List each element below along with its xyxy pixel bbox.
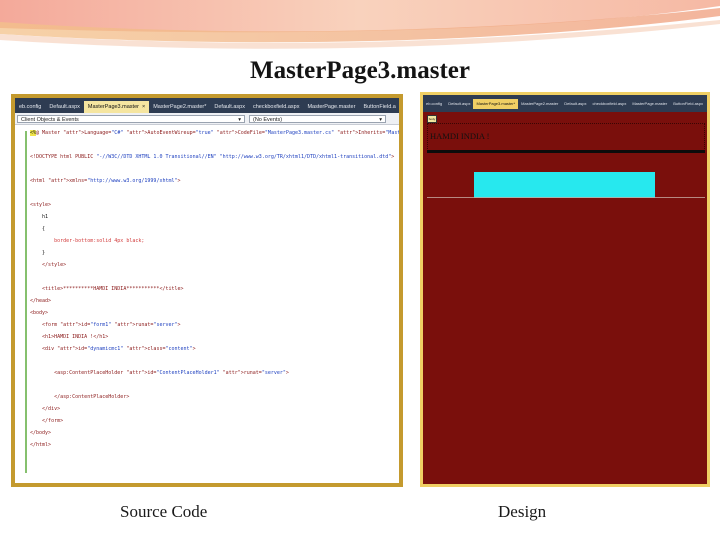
code-line: </html>: [30, 442, 52, 448]
heading-bottom-border: [427, 150, 705, 153]
chevron-down-icon: ▾: [379, 116, 382, 123]
design-heading: HAMDI INDIA !: [430, 131, 490, 141]
client-objects-dropdown[interactable]: Client Objects & Events ▾: [17, 114, 245, 123]
design-caption: Design: [498, 502, 547, 521]
designer-tab[interactable]: ButtonField.aspx: [670, 101, 706, 106]
code-line: </style>: [30, 262, 67, 268]
design-canvas[interactable]: body HAMDI INDIA !: [427, 115, 705, 482]
editor-tab-label: MasterPage3.master: [87, 104, 139, 110]
designer-tab[interactable]: eb.config: [423, 101, 445, 106]
code-line: </head>: [30, 298, 52, 304]
designer-tab[interactable]: checkboxfield.aspx: [590, 101, 630, 106]
code-line: <form "attr">id="form1" "attr">runat="se…: [30, 322, 181, 328]
heading-block[interactable]: HAMDI INDIA !: [427, 123, 705, 151]
events-dropdown[interactable]: (No Events) ▾: [249, 114, 386, 123]
code-line: </form>: [30, 418, 64, 424]
editor-tab-label: MasterPage.master: [307, 104, 356, 110]
chevron-down-icon: ▾: [238, 116, 241, 123]
code-editor: eb.config Default.aspx MasterPage3.master ×…: [15, 98, 399, 483]
editor-tab[interactable]: MasterPage2.master*: [149, 101, 210, 113]
editor-tab[interactable]: Default.aspx: [210, 101, 249, 113]
content-placeholder[interactable]: [474, 172, 655, 198]
events-dropdown-label: (No Events): [253, 116, 283, 123]
designer-tab-bar: eb.config Default.aspx MasterPage3.master*…: [423, 95, 707, 112]
editor-tab-label: Default.aspx: [214, 104, 245, 110]
code-line: <h1>HAMDI INDIA !</h1>: [30, 334, 109, 340]
close-icon[interactable]: ×: [142, 104, 145, 110]
editor-tab[interactable]: ButtonField.a: [359, 101, 399, 113]
code-line: <!DOCTYPE html PUBLIC "-//W3C//DTD XHTML…: [30, 154, 395, 160]
div-boundary-line: [427, 197, 705, 198]
code-line: h1: [30, 214, 49, 220]
change-indicator-gutter: [25, 131, 27, 473]
designer-tab[interactable]: Default.aspx: [561, 101, 589, 106]
code-line: <%@ Master "attr">Language="C#" "attr">A…: [30, 130, 399, 136]
client-objects-dropdown-label: Client Objects & Events: [21, 116, 79, 123]
editor-tab[interactable]: MasterPage3.master ×: [83, 101, 150, 113]
editor-tab-label: eb.config: [19, 104, 42, 110]
editor-tab-label: Default.aspx: [49, 104, 80, 110]
code-line: <html "attr">xmlns="http://www.w3.org/19…: [30, 178, 181, 184]
code-line: border-bottom:solid 4px black;: [30, 238, 145, 244]
editor-tab-label: checkboxfield.aspx: [252, 104, 300, 110]
editor-tab[interactable]: eb.config: [15, 101, 45, 113]
designer-tab[interactable]: MasterPage3.master*: [473, 98, 519, 109]
slide-title: MasterPage3.master: [249, 57, 471, 84]
body-tag-label: body: [427, 115, 437, 123]
code-line: </div>: [30, 406, 61, 412]
source-code-panel: eb.config Default.aspx MasterPage3.master ×…: [11, 94, 403, 487]
design-panel: eb.config Default.aspx MasterPage3.master*…: [420, 92, 710, 487]
code-line: </body>: [30, 430, 52, 436]
editor-tab[interactable]: Default.aspx: [45, 101, 84, 113]
designer-tab[interactable]: Default.aspx: [445, 101, 473, 106]
decorative-header-swoosh: [0, 0, 720, 49]
code-line: </asp:ContentPlaceHolder>: [30, 394, 130, 400]
editor-tab-bar: eb.config Default.aspx MasterPage3.master ×…: [15, 98, 399, 113]
design-surface: eb.config Default.aspx MasterPage3.master*…: [423, 95, 707, 484]
code-line: }: [30, 250, 46, 256]
code-line: <div "attr">id="dynamicmc1" "attr">class…: [30, 346, 196, 352]
code-area[interactable]: <%@ Master "attr">Language="C#" "attr">A…: [15, 126, 399, 483]
editor-tab[interactable]: MasterPage.master: [303, 101, 359, 113]
code-line: {: [30, 226, 46, 232]
code-line: <body>: [30, 310, 49, 316]
editor-tab-label: ButtonField.a: [363, 104, 396, 110]
editor-tab[interactable]: checkboxfield.aspx: [249, 101, 303, 113]
source-code-caption: Source Code: [120, 502, 208, 521]
code-line: <asp:ContentPlaceHolder "attr">id="Conte…: [30, 370, 289, 376]
code-line: <title>**********HAMDI INDIA***********<…: [30, 286, 184, 292]
designer-tab[interactable]: MasterPage.master: [629, 101, 670, 106]
code-line: <style>: [30, 202, 52, 208]
editor-navigation-bar: Client Objects & Events ▾ (No Events) ▾: [15, 113, 399, 125]
editor-tab-label: MasterPage2.master*: [153, 104, 207, 110]
designer-tab[interactable]: MasterPage2.master: [518, 101, 561, 106]
